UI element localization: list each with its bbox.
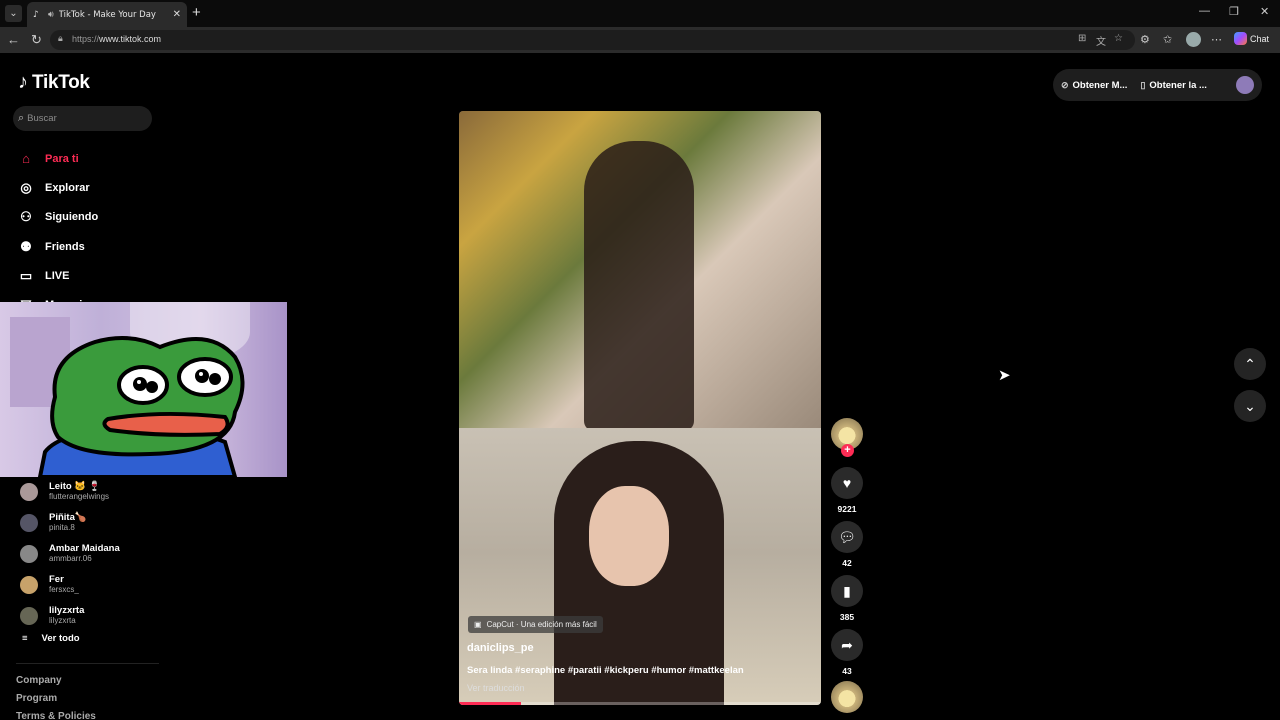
- tab-title: TikTok - Make Your Day: [58, 9, 156, 20]
- coin-icon: ⊘: [1061, 79, 1069, 90]
- tiktok-favicon-icon: ♪: [33, 9, 39, 20]
- save-action[interactable]: ▮ 385: [831, 575, 863, 627]
- see-translation-link[interactable]: Ver traducción: [467, 683, 525, 693]
- search-icon: ⌕: [18, 112, 25, 124]
- browser-tab[interactable]: ♪ 🔊︎ TikTok - Make Your Day ✕: [27, 2, 187, 27]
- like-action[interactable]: ♥ 9221: [831, 467, 863, 519]
- video-player[interactable]: ▣ CapCut · Una edición más fácil danicli…: [459, 111, 821, 705]
- list-item[interactable]: lilyzxrta lilyzxrta: [20, 600, 120, 631]
- favorite-star-icon[interactable]: ☆: [1114, 33, 1123, 44]
- list-item[interactable]: Leito 🐱 🍷 flutterangelwings: [20, 476, 120, 507]
- menu-item-friends[interactable]: ⚉ Friends: [18, 232, 98, 261]
- translate-icon[interactable]: 文: [1096, 33, 1106, 48]
- avatar: [20, 544, 38, 563]
- avatar: [20, 482, 38, 501]
- reload-icon[interactable]: ↻: [31, 32, 42, 48]
- see-all-button[interactable]: ≡ Ver todo: [22, 633, 80, 644]
- footer-link-company[interactable]: Company: [16, 675, 96, 693]
- mouse-cursor-icon: ➤: [998, 367, 1011, 384]
- compass-icon: ◎: [20, 179, 32, 195]
- previous-video-button[interactable]: ⌃: [1234, 348, 1266, 380]
- favorites-icon[interactable]: ✩: [1163, 32, 1172, 48]
- bookmark-icon[interactable]: ▮: [831, 575, 863, 607]
- menu-item-live[interactable]: ▭ LIVE: [18, 261, 98, 290]
- sound-disc-icon[interactable]: [831, 681, 863, 713]
- stream-overlay-image: [0, 302, 287, 477]
- comment-action[interactable]: 💬︎ 42: [831, 521, 863, 573]
- tab-actions-menu-icon[interactable]: ⌄: [5, 5, 22, 22]
- header-actions: ⊘ Obtener M... ▯ Obtener la ...: [1053, 69, 1262, 101]
- list-icon: ≡: [22, 633, 28, 644]
- menu-item-explorar[interactable]: ◎ Explorar: [18, 173, 98, 202]
- address-bar[interactable]: 🔒︎ https://www.tiktok.com ⊞ 文 ☆: [50, 30, 1135, 50]
- video-progress-bar[interactable]: [459, 702, 821, 705]
- next-video-button[interactable]: ⌄: [1234, 390, 1266, 422]
- chevron-up-icon: ⌃: [1244, 355, 1256, 372]
- url-text[interactable]: https://www.tiktok.com: [72, 34, 161, 44]
- creator-avatar[interactable]: +: [831, 418, 863, 457]
- more-options-icon[interactable]: ⋯: [1211, 32, 1222, 48]
- copilot-chat-button[interactable]: Chat: [1234, 32, 1269, 45]
- avatar: [20, 606, 38, 625]
- video-author[interactable]: daniclips_pe: [467, 642, 534, 654]
- video-caption[interactable]: Sera linda #seraphine #paratii #kickperu…: [467, 665, 744, 676]
- list-item[interactable]: Fer fersxcs_: [20, 569, 120, 600]
- browser-profile-avatar[interactable]: [1186, 32, 1201, 47]
- video-actions: + ♥ 9221 💬︎ 42 ▮ 385 ➦ 43: [831, 418, 863, 713]
- close-window-icon[interactable]: ✕: [1260, 5, 1269, 18]
- home-icon: ⌂: [22, 151, 30, 167]
- maximize-icon[interactable]: ❐: [1229, 5, 1239, 18]
- audio-playing-icon[interactable]: 🔊︎: [48, 10, 54, 20]
- phone-icon: ▯: [1140, 79, 1146, 90]
- footer-link-program[interactable]: Program: [16, 693, 96, 711]
- list-item[interactable]: Ambar Maidana ammbarr.06: [20, 538, 120, 569]
- avatar: [20, 513, 38, 532]
- main-menu: ⌂ Para ti ◎ Explorar ⚇ Siguiendo ⚉ Frien…: [18, 144, 98, 320]
- get-app-button[interactable]: ▯ Obtener la ...: [1140, 80, 1207, 91]
- frog-character-image: [37, 336, 245, 477]
- comment-icon[interactable]: 💬︎: [831, 521, 863, 553]
- footer-links: Company Program Terms & Policies: [16, 675, 96, 720]
- menu-item-para-ti[interactable]: ⌂ Para ti: [18, 144, 98, 173]
- get-coins-button[interactable]: ⊘ Obtener M...: [1061, 80, 1127, 91]
- search-box[interactable]: ⌕: [13, 106, 152, 131]
- divider: [16, 663, 159, 664]
- list-item[interactable]: Piñita🍗 pinita.8: [20, 507, 120, 538]
- tab-close-icon[interactable]: ✕: [173, 9, 181, 20]
- browser-tab-bar: ⌄ ♪ 🔊︎ TikTok - Make Your Day ✕ + — ❐ ✕: [0, 0, 1280, 27]
- capcut-icon: ▣: [474, 620, 482, 629]
- app-available-icon[interactable]: ⊞: [1078, 33, 1086, 44]
- follow-plus-icon[interactable]: +: [841, 444, 854, 457]
- share-icon[interactable]: ➦: [831, 629, 863, 661]
- following-icon: ⚇: [20, 209, 32, 225]
- extensions-icon[interactable]: ⚙︎: [1140, 32, 1150, 48]
- footer-link-terms[interactable]: Terms & Policies: [16, 711, 96, 720]
- heart-icon[interactable]: ♥: [831, 467, 863, 499]
- site-info-icon[interactable]: 🔒︎: [58, 33, 63, 44]
- live-icon: ▭: [19, 267, 33, 283]
- tiktok-note-icon: ♪: [18, 71, 28, 93]
- progress-fill: [459, 702, 521, 705]
- profile-avatar[interactable]: [1236, 76, 1254, 94]
- tiktok-logo[interactable]: ♪ TikTok: [18, 71, 90, 94]
- chevron-down-icon: ⌄: [1244, 397, 1256, 414]
- capcut-badge[interactable]: ▣ CapCut · Una edición más fácil: [468, 616, 603, 633]
- following-accounts-list: Leito 🐱 🍷 flutterangelwings Piñita🍗 pinita…: [20, 476, 120, 631]
- browser-nav-bar: ← ↻ 🔒︎ https://www.tiktok.com ⊞ 文 ☆ ⚙︎ ✩…: [0, 27, 1280, 53]
- avatar: [20, 575, 38, 594]
- menu-item-siguiendo[interactable]: ⚇ Siguiendo: [18, 203, 98, 232]
- friends-icon: ⚉: [20, 238, 32, 254]
- minimize-icon[interactable]: —: [1199, 5, 1210, 17]
- new-tab-icon[interactable]: +: [192, 4, 201, 21]
- copilot-icon: [1234, 32, 1247, 45]
- search-input[interactable]: [27, 113, 138, 124]
- share-action[interactable]: ➦ 43: [831, 629, 863, 681]
- back-icon[interactable]: ←: [7, 32, 20, 48]
